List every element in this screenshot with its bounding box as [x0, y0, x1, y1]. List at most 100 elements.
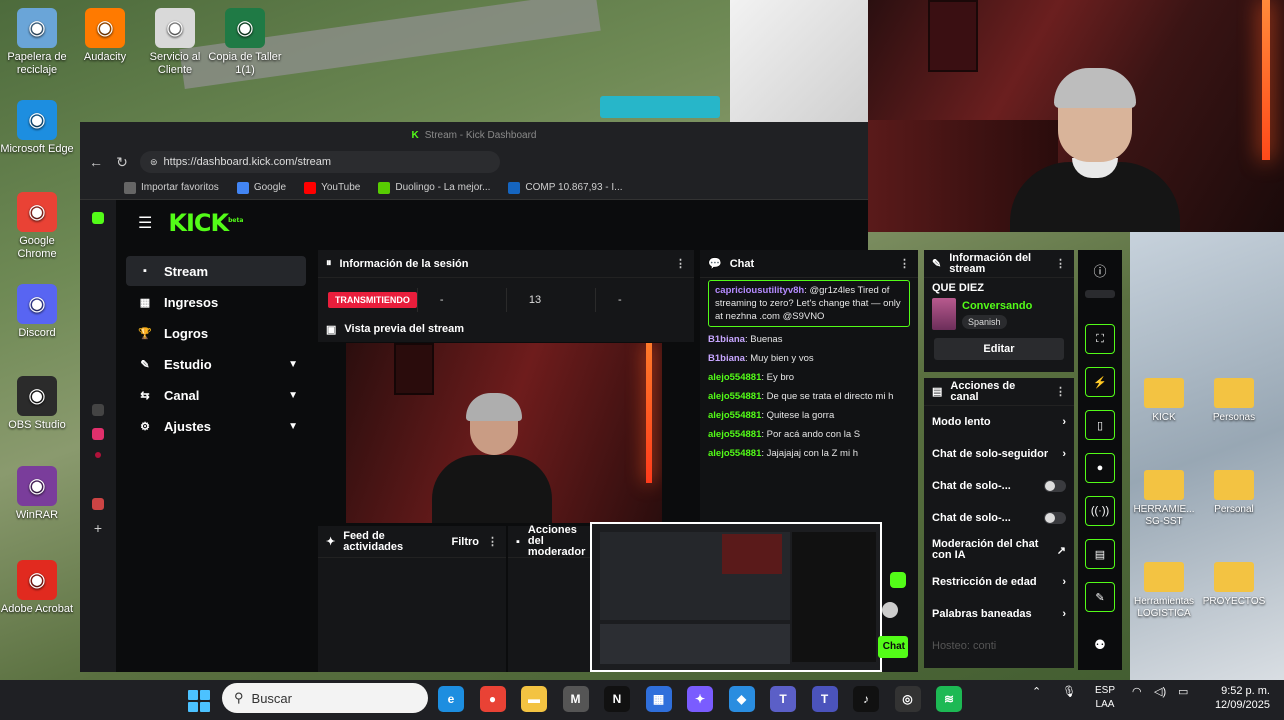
clipboard-icon[interactable]: ▯ [1085, 410, 1115, 440]
chat-username[interactable]: alejo554881 [708, 410, 761, 421]
edit-stream-button[interactable]: Editar [934, 338, 1064, 360]
taskbar-search[interactable]: ⚲ Buscar [222, 683, 428, 713]
desktop-icon[interactable]: ◉ WinRAR [0, 466, 74, 522]
tray-chevron-icon[interactable]: ⌃ [1032, 685, 1041, 698]
toggle-switch[interactable] [1044, 480, 1066, 492]
chat-settings-icon[interactable] [890, 572, 906, 588]
pinned-user[interactable]: capriciousutilityv8h [715, 285, 804, 296]
teams-badge-icon[interactable]: T [811, 686, 838, 712]
bookmark-item[interactable]: Google [236, 181, 286, 194]
microphone-icon[interactable]: 🎙 [1062, 685, 1076, 698]
nav-item-ajustes[interactable]: ⚙ Ajustes ▼ [126, 411, 306, 441]
chat-username[interactable]: alejo554881 [708, 372, 761, 383]
chrome-icon[interactable]: ● [479, 686, 506, 712]
toggle-switch[interactable] [1044, 512, 1066, 524]
sidebar-app2-icon[interactable] [92, 498, 104, 510]
menu-icon[interactable]: ☰ [138, 213, 152, 233]
nav-item-ingresos[interactable]: ▦ Ingresos [126, 287, 306, 317]
nav-item-canal[interactable]: ⇆ Canal ▼ [126, 380, 306, 410]
chat-username[interactable]: alejo554881 [708, 448, 761, 459]
language-indicator[interactable]: ESP LAA [1090, 684, 1120, 712]
desktop-icon[interactable]: ◉ Papelera de reciclaje [0, 8, 74, 77]
chat-username[interactable]: B1biana [708, 334, 745, 345]
chat-username[interactable]: B1biana [708, 353, 745, 364]
obs-window-thumbnail[interactable] [590, 522, 882, 672]
lightning-icon[interactable]: ⚡ [1085, 367, 1115, 397]
channel-action[interactable]: Hosteo: conti [924, 630, 1074, 662]
obs-icon[interactable]: ◎ [894, 686, 921, 712]
file-explorer-icon[interactable]: ▬ [521, 686, 547, 712]
teams-icon[interactable]: T [770, 686, 796, 712]
stream-info-more-icon[interactable]: ⋮ [1055, 257, 1066, 270]
nav-item-stream[interactable]: ▪ Stream [126, 256, 306, 286]
desktop-folder[interactable]: KICK [1124, 378, 1204, 424]
nav-item-estudio[interactable]: ✎ Estudio ▼ [126, 349, 306, 379]
netflix-icon[interactable]: N [604, 686, 630, 712]
chat-send-button[interactable]: Chat [878, 636, 908, 658]
broadcast-icon[interactable]: ((·)) [1085, 496, 1115, 526]
instagram-icon[interactable] [92, 428, 104, 440]
copilot-icon[interactable]: ✦ [687, 686, 713, 712]
bookmark-item[interactable]: Duolingo - La mejor... [378, 181, 490, 194]
desktop-icon[interactable]: ◉ Servicio al Cliente [138, 8, 212, 77]
desktop-folder[interactable]: Personal [1194, 470, 1274, 516]
paint-icon[interactable]: ◆ [728, 686, 755, 712]
bookmark-item[interactable]: YouTube [304, 181, 360, 194]
reload-icon[interactable]: ↻ [114, 154, 130, 171]
wifi-icon[interactable]: ◠ [1132, 685, 1142, 698]
chat-more-icon[interactable]: ⋮ [899, 257, 910, 270]
start-button[interactable] [188, 690, 210, 712]
desktop-folder[interactable]: Herramientas LOGISTICA [1124, 562, 1204, 620]
site-info-icon[interactable]: ⊜ [150, 157, 158, 168]
url-field[interactable]: ⊜ https://dashboard.kick.com/stream [140, 151, 500, 173]
channel-action[interactable]: Modo lento › [924, 406, 1074, 438]
desktop-icon[interactable]: ◉ Microsoft Edge [0, 100, 74, 156]
bookmark-item[interactable]: Importar favoritos [124, 181, 219, 194]
channel-action[interactable]: Chat de solo-... [924, 470, 1074, 502]
battery-icon[interactable]: ▭ [1178, 685, 1188, 698]
desktop-icon[interactable]: ◉ Copia de Taller 1(1) [208, 8, 282, 77]
filter-button[interactable]: Filtro [452, 536, 480, 548]
desktop-folder[interactable]: Personas [1194, 378, 1274, 424]
category-name[interactable]: Conversando [962, 300, 1032, 312]
feed-more-icon[interactable]: ⋮ [487, 535, 498, 548]
desktop-folder[interactable]: PROYECTOS [1194, 562, 1274, 608]
desktop-icon[interactable]: ◉ Adobe Acrobat [0, 560, 74, 616]
desktop-icon[interactable]: ◉ Discord [0, 284, 74, 340]
expand-icon[interactable]: ⛶ [1085, 324, 1115, 354]
people-icon[interactable]: ⚉ [1078, 625, 1122, 665]
add-icon[interactable]: + [92, 521, 104, 535]
channel-actions-more-icon[interactable]: ⋮ [1055, 385, 1066, 398]
wrench-icon[interactable]: ✎ [1085, 582, 1115, 612]
spotify-icon[interactable]: ≋ [936, 686, 962, 712]
back-icon[interactable]: ← [88, 154, 104, 170]
kick-logo[interactable]: KICKbeta [168, 209, 243, 237]
info-icon[interactable]: ⓘ [1078, 250, 1122, 290]
volume-icon[interactable]: ◁) [1154, 685, 1166, 698]
store-icon[interactable]: ▦ [645, 686, 672, 712]
emoji-icon[interactable] [882, 602, 898, 618]
stream-preview-video[interactable] [346, 343, 662, 523]
more-options-icon[interactable]: ⋮ [675, 257, 686, 270]
sidebar-app-icon[interactable] [92, 404, 104, 416]
chat-username[interactable]: alejo554881 [708, 429, 761, 440]
desktop-icon[interactable]: ◉ Google Chrome [0, 192, 74, 261]
layout-icon[interactable]: ▤ [1085, 539, 1115, 569]
desktop-icon[interactable]: ◉ Audacity [68, 8, 142, 64]
edge-icon[interactable]: e [438, 686, 464, 712]
desktop-icon[interactable]: ◉ OBS Studio [0, 376, 74, 432]
channel-action[interactable]: Restricción de edad › [924, 566, 1074, 598]
nav-item-logros[interactable]: 🏆 Logros [126, 318, 306, 348]
channel-action[interactable]: Chat de solo-seguidor › [924, 438, 1074, 470]
bookmark-item[interactable]: COMP 10.867,93 - I... [508, 181, 623, 194]
app-m-icon[interactable]: M [562, 686, 589, 712]
tiktok-icon[interactable]: ♪ [853, 686, 879, 712]
kick-sidebar-icon[interactable] [92, 212, 104, 224]
sidebar-dot-icon[interactable] [95, 452, 101, 458]
channel-action[interactable]: Moderación del chat con IA ↗ [924, 534, 1074, 566]
chat-bubble-icon[interactable]: ● [1085, 453, 1115, 483]
channel-action[interactable]: Palabras baneadas › [924, 598, 1074, 630]
taskbar-clock[interactable]: 9:52 p. m. 12/09/2025 [1200, 684, 1270, 712]
desktop-folder[interactable]: HERRAMIE... SG-SST [1124, 470, 1204, 528]
channel-action[interactable]: Chat de solo-... [924, 502, 1074, 534]
